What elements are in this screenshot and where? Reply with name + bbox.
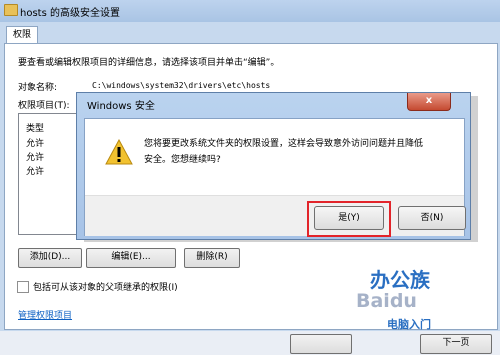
list-header-type[interactable]: 类型 — [26, 121, 44, 134]
object-path: C:\windows\system32\drivers\etc\hosts — [92, 81, 271, 90]
window-title-bar: hosts 的高级安全设置 — [0, 0, 500, 22]
warning-icon — [105, 139, 133, 165]
edit-button[interactable]: 编辑(E)... — [86, 248, 176, 268]
next-button[interactable]: 下一页 — [420, 334, 492, 354]
dialog-footer: 是(Y) 否(N) — [85, 195, 466, 237]
window-title: hosts 的高级安全设置 — [20, 8, 120, 19]
close-icon: x — [425, 95, 433, 106]
list-item[interactable]: 允许 — [26, 164, 44, 177]
folder-icon — [4, 4, 18, 16]
dialog-message-line1: 您将要更改系统文件夹的权限设置，这样会导致意外访问问题并且降低 — [144, 139, 424, 149]
add-button[interactable]: 添加(D)... — [18, 248, 82, 268]
inherit-checkbox[interactable] — [17, 281, 29, 293]
object-name-label: 对象名称: — [18, 83, 58, 93]
bottom-button-bar: 下一页 — [0, 331, 500, 355]
watermark-logo: 办公族 — [370, 268, 430, 292]
watermark-brand: 电脑入门 — [387, 318, 431, 331]
dialog-body: 您将要更改系统文件夹的权限设置，这样会导致意外访问问题并且降低 安全。您想继续吗… — [84, 118, 466, 237]
list-item[interactable]: 允许 — [26, 150, 44, 163]
inherit-checkbox-label: 包括可从该对象的父项继承的权限(I) — [33, 283, 178, 293]
no-button[interactable]: 否(N) — [398, 206, 466, 230]
dialog-message: 您将要更改系统文件夹的权限设置，这样会导致意外访问问题并且降低 安全。您想继续吗… — [144, 136, 423, 168]
list-item[interactable]: 允许 — [26, 136, 44, 149]
dialog-title: Windows 安全 — [87, 101, 155, 112]
permission-entries-label: 权限项目(T): — [18, 101, 70, 111]
watermark-baidu: Baidu — [356, 290, 417, 312]
close-button[interactable]: x — [407, 93, 451, 111]
windows-security-dialog: Windows 安全 x 您将要更改系统文件夹的权限设置，这样会导致意外访问问题… — [76, 92, 471, 240]
manage-permissions-link[interactable]: 管理权限项目 — [18, 308, 72, 321]
yes-button[interactable]: 是(Y) — [314, 206, 384, 230]
dialog-message-line2: 安全。您想继续吗? — [144, 155, 221, 165]
tab-bar: 权限 — [0, 22, 500, 45]
bottom-button-1[interactable] — [290, 334, 352, 354]
intro-text: 要查看或编辑权限项目的详细信息，请选择该项目并单击“编辑”。 — [18, 58, 280, 68]
delete-button[interactable]: 删除(R) — [184, 248, 240, 268]
